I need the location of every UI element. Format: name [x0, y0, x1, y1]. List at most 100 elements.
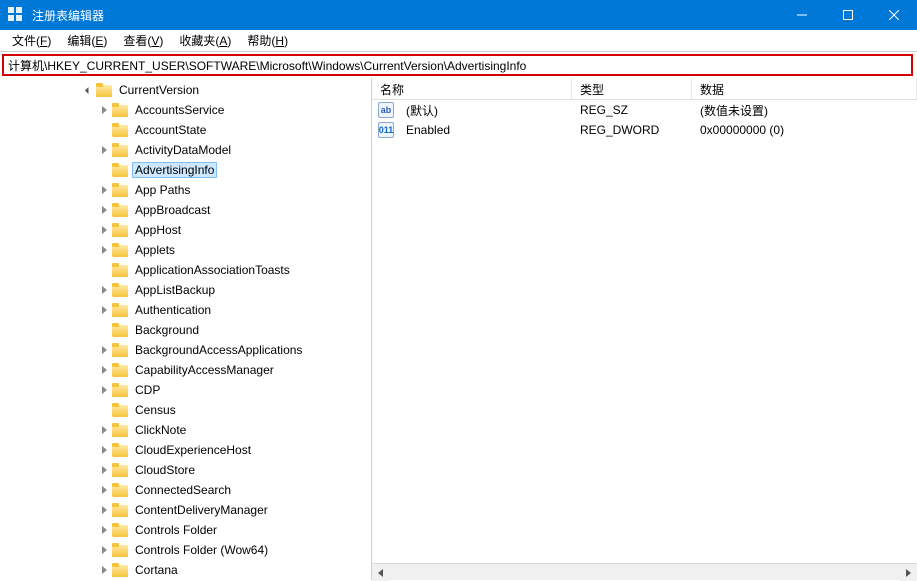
- list-body[interactable]: ab(默认)REG_SZ(数值未设置)011EnabledREG_DWORD0x…: [372, 100, 917, 563]
- tree-item[interactable]: Authentication: [0, 300, 371, 320]
- value-name: (默认): [398, 102, 572, 119]
- chevron-right-icon[interactable]: [96, 342, 112, 358]
- column-name[interactable]: 名称: [372, 78, 572, 99]
- folder-icon: [112, 363, 128, 377]
- column-data[interactable]: 数据: [692, 78, 917, 99]
- close-button[interactable]: [871, 0, 917, 30]
- tree-item[interactable]: ConnectedSearch: [0, 480, 371, 500]
- folder-icon: [112, 203, 128, 217]
- maximize-button[interactable]: [825, 0, 871, 30]
- chevron-right-icon[interactable]: [96, 562, 112, 578]
- horizontal-scrollbar[interactable]: [372, 563, 917, 580]
- folder-icon: [112, 123, 128, 137]
- tree-item-label: Controls Folder (Wow64): [132, 542, 271, 558]
- tree-item-label: Applets: [132, 242, 178, 258]
- tree-item[interactable]: CurrentVersion: [0, 80, 371, 100]
- menu-e[interactable]: 编辑(E): [59, 30, 115, 51]
- scroll-left-icon[interactable]: [372, 564, 389, 581]
- tree-item[interactable]: Census: [0, 400, 371, 420]
- chevron-right-icon[interactable]: [96, 482, 112, 498]
- menubar: 文件(F)编辑(E)查看(V)收藏夹(A)帮助(H): [0, 30, 917, 52]
- tree-item[interactable]: Controls Folder: [0, 520, 371, 540]
- tree-item[interactable]: CapabilityAccessManager: [0, 360, 371, 380]
- folder-icon: [112, 503, 128, 517]
- tree-item[interactable]: AccountsService: [0, 100, 371, 120]
- folder-icon: [112, 143, 128, 157]
- menu-f[interactable]: 文件(F): [4, 30, 59, 51]
- list-row[interactable]: ab(默认)REG_SZ(数值未设置): [372, 100, 917, 120]
- value-type: REG_DWORD: [572, 123, 692, 137]
- tree-item[interactable]: Controls Folder (Wow64): [0, 540, 371, 560]
- chevron-right-icon[interactable]: [96, 102, 112, 118]
- tree-item-label: AccountState: [132, 122, 209, 138]
- tree-item[interactable]: AdvertisingInfo: [0, 160, 371, 180]
- tree-item-label: ConnectedSearch: [132, 482, 234, 498]
- tree-item-label: ClickNote: [132, 422, 189, 438]
- chevron-right-icon[interactable]: [96, 442, 112, 458]
- tree-item[interactable]: AppBroadcast: [0, 200, 371, 220]
- chevron-right-icon[interactable]: [96, 222, 112, 238]
- folder-icon: [112, 243, 128, 257]
- tree-item-label: CDP: [132, 382, 163, 398]
- chevron-right-icon[interactable]: [96, 422, 112, 438]
- chevron-right-icon[interactable]: [96, 182, 112, 198]
- tree-item-label: CloudStore: [132, 462, 198, 478]
- tree-item[interactable]: AppListBackup: [0, 280, 371, 300]
- tree-item[interactable]: ContentDeliveryManager: [0, 500, 371, 520]
- minimize-icon: [797, 10, 807, 20]
- tree-item[interactable]: ActivityDataModel: [0, 140, 371, 160]
- menu-h[interactable]: 帮助(H): [239, 30, 296, 51]
- tree-item[interactable]: ApplicationAssociationToasts: [0, 260, 371, 280]
- address-bar[interactable]: 计算机\HKEY_CURRENT_USER\SOFTWARE\Microsoft…: [2, 54, 913, 76]
- chevron-right-icon[interactable]: [96, 362, 112, 378]
- folder-icon: [112, 223, 128, 237]
- menu-a[interactable]: 收藏夹(A): [171, 30, 239, 51]
- tree-item-label: Cortana: [132, 562, 181, 578]
- chevron-right-icon[interactable]: [96, 522, 112, 538]
- folder-icon: [112, 443, 128, 457]
- folder-icon: [112, 483, 128, 497]
- chevron-right-icon[interactable]: [96, 302, 112, 318]
- list-row[interactable]: 011EnabledREG_DWORD0x00000000 (0): [372, 120, 917, 140]
- chevron-down-icon[interactable]: [80, 82, 96, 98]
- folder-icon: [112, 283, 128, 297]
- value-name: Enabled: [398, 123, 572, 137]
- chevron-right-icon[interactable]: [96, 542, 112, 558]
- folder-icon: [112, 183, 128, 197]
- folder-icon: [112, 463, 128, 477]
- chevron-right-icon[interactable]: [96, 462, 112, 478]
- tree-item[interactable]: Cortana: [0, 560, 371, 580]
- folder-icon: [112, 163, 128, 177]
- tree-item[interactable]: CloudExperienceHost: [0, 440, 371, 460]
- minimize-button[interactable]: [779, 0, 825, 30]
- binary-value-icon: 011: [378, 122, 394, 138]
- tree-pane[interactable]: CurrentVersionAccountsService AccountStat…: [0, 78, 372, 580]
- titlebar: 注册表编辑器: [0, 0, 917, 30]
- tree-item-label: ContentDeliveryManager: [132, 502, 271, 518]
- chevron-right-icon[interactable]: [96, 282, 112, 298]
- tree-item[interactable]: AccountState: [0, 120, 371, 140]
- chevron-right-icon[interactable]: [96, 142, 112, 158]
- chevron-right-icon[interactable]: [96, 242, 112, 258]
- column-type[interactable]: 类型: [572, 78, 692, 99]
- tree-item[interactable]: ClickNote: [0, 420, 371, 440]
- chevron-right-icon[interactable]: [96, 202, 112, 218]
- list-header: 名称 类型 数据: [372, 78, 917, 100]
- tree-item[interactable]: BackgroundAccessApplications: [0, 340, 371, 360]
- menu-v[interactable]: 查看(V): [115, 30, 171, 51]
- chevron-right-icon[interactable]: [96, 502, 112, 518]
- tree-item[interactable]: Applets: [0, 240, 371, 260]
- tree-item[interactable]: AppHost: [0, 220, 371, 240]
- tree-item[interactable]: Background: [0, 320, 371, 340]
- tree-item[interactable]: CDP: [0, 380, 371, 400]
- tree-item-label: Controls Folder: [132, 522, 220, 538]
- folder-icon: [112, 103, 128, 117]
- chevron-right-icon[interactable]: [96, 382, 112, 398]
- scroll-right-icon[interactable]: [900, 564, 917, 581]
- tree-item[interactable]: App Paths: [0, 180, 371, 200]
- folder-icon: [112, 263, 128, 277]
- main-area: CurrentVersionAccountsService AccountStat…: [0, 78, 917, 580]
- tree-item[interactable]: CloudStore: [0, 460, 371, 480]
- tree-item-label: App Paths: [132, 182, 193, 198]
- tree-item-label: Background: [132, 322, 202, 338]
